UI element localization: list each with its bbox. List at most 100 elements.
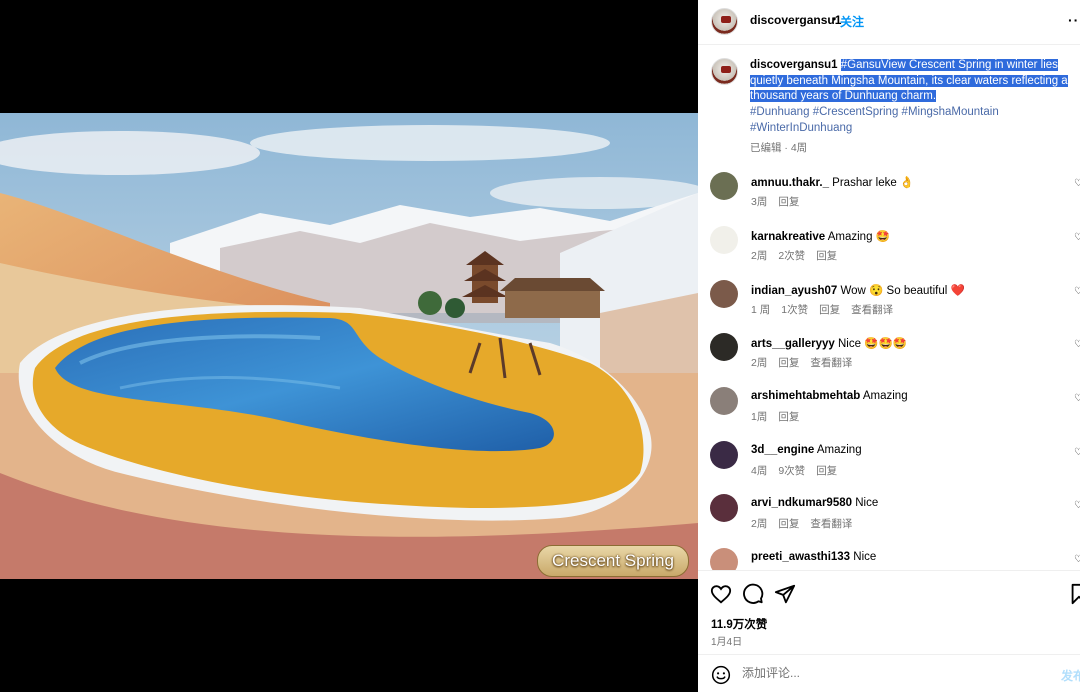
comment-username[interactable]: indian_ayush07 xyxy=(751,285,837,297)
comment-meta: 2周 2次赞 回复 xyxy=(751,248,848,263)
follow-button[interactable]: 关注 xyxy=(840,13,864,30)
more-horizontal-icon[interactable]: ··· xyxy=(1068,12,1080,28)
comment-line: arts__galleryyy Nice 🤩🤩🤩 xyxy=(751,336,907,350)
comment-like-heart-icon[interactable]: ♡ xyxy=(1074,178,1080,189)
comment-text: Nice 🤩🤩🤩 xyxy=(837,338,908,350)
comment-item: karnakreative Amazing 🤩 2周 2次赞 回复 ♡ xyxy=(698,226,1080,280)
comment-item: amnuu.thakr._ Prashar leke 👌 3周 回复 ♡ xyxy=(698,172,1080,226)
comment-meta: 3周 回复 xyxy=(751,194,810,209)
caption-username[interactable]: discovergansu1 xyxy=(750,59,838,71)
post-caption: discovergansu1 #GansuView Crescent Sprin… xyxy=(750,58,1070,105)
comment-like-heart-icon[interactable]: ♡ xyxy=(1074,393,1080,404)
author-username[interactable]: discovergansu1 xyxy=(750,13,841,27)
see-translation-button[interactable]: 查看翻译 xyxy=(851,304,893,316)
post-comment-button[interactable]: 发布 xyxy=(1061,667,1080,684)
comment-avatar[interactable] xyxy=(710,494,738,522)
comment-username[interactable]: amnuu.thakr._ xyxy=(751,177,829,189)
comment-line: 3d__engine Amazing xyxy=(751,444,862,456)
send-icon[interactable] xyxy=(774,583,796,605)
comment-username[interactable]: preeti_awasthi133 xyxy=(751,551,850,563)
comment-username[interactable]: arvi_ndkumar9580 xyxy=(751,497,852,509)
comment-avatar[interactable] xyxy=(710,333,738,361)
caption-hashtags: #Dunhuang #CrescentSpring #MingshaMounta… xyxy=(750,105,1070,136)
comment-username[interactable]: arts__galleryyy xyxy=(751,338,835,350)
comment-avatar[interactable] xyxy=(710,387,738,415)
reply-button[interactable]: 回复 xyxy=(819,304,840,316)
reply-button[interactable]: 回复 xyxy=(778,518,799,530)
comment-text: Prashar leke 👌 xyxy=(832,177,915,189)
comment-like-heart-icon[interactable]: ♡ xyxy=(1074,447,1080,458)
comment-text: Amazing xyxy=(862,390,908,402)
comment-like-heart-icon[interactable]: ♡ xyxy=(1074,554,1080,565)
comment-text: Amazing xyxy=(816,444,862,456)
comment-username[interactable]: karnakreative xyxy=(751,231,825,243)
image-caption-badge: Crescent Spring xyxy=(537,545,689,577)
comment-time: 1周 xyxy=(751,411,768,423)
caption-hashtag-lead[interactable]: #GansuView xyxy=(840,59,906,71)
comment-line: arshimehtabmehtab Amazing xyxy=(751,390,908,402)
comment-text: Nice xyxy=(855,497,879,509)
comment-line: indian_ayush07 Wow 😯 So beautiful ❤️ xyxy=(751,283,965,297)
comment-item: arshimehtabmehtab Amazing 1周 回复 ♡ xyxy=(698,387,1080,441)
see-translation-button[interactable]: 查看翻译 xyxy=(810,357,852,369)
comment-like-heart-icon[interactable]: ♡ xyxy=(1074,286,1080,297)
reply-button[interactable]: 回复 xyxy=(778,411,799,423)
comment-item: arvi_ndkumar9580 Nice 2周 回复 查看翻译 ♡ xyxy=(698,494,1080,548)
comment-composer: 发布 xyxy=(698,654,1080,692)
heart-icon[interactable] xyxy=(710,583,732,605)
reply-button[interactable]: 回复 xyxy=(778,357,799,369)
comment-likes[interactable]: 2次赞 xyxy=(778,250,805,262)
comment-meta: 4周 9次赞 回复 xyxy=(751,463,848,478)
comment-avatar[interactable] xyxy=(710,226,738,254)
reply-button[interactable]: 回复 xyxy=(778,196,799,208)
comment-avatar[interactable] xyxy=(710,441,738,469)
comment-username[interactable]: 3d__engine xyxy=(751,444,814,456)
see-translation-button[interactable]: 查看翻译 xyxy=(810,518,852,530)
post-side-panel: discovergansu1 • 关注 ··· discovergansu1 #… xyxy=(698,0,1080,692)
emoji-smile-icon[interactable] xyxy=(711,665,731,685)
comment-meta: 1 周 1次赞 回复 查看翻译 xyxy=(751,302,904,317)
comment-like-heart-icon[interactable]: ♡ xyxy=(1074,232,1080,243)
hashtag-link[interactable]: #WinterInDunhuang xyxy=(750,122,852,134)
caption-meta: 已编辑 · 4周 xyxy=(750,142,808,154)
reply-button[interactable]: 回复 xyxy=(816,465,837,477)
hashtag-link[interactable]: #CrescentSpring xyxy=(813,106,899,118)
hashtag-link[interactable]: #Dunhuang xyxy=(750,106,809,118)
post-image xyxy=(0,113,698,579)
comment-meta: 2周 回复 查看翻译 xyxy=(751,355,863,370)
comment-text: Nice xyxy=(853,551,877,563)
comment-input[interactable] xyxy=(742,666,1042,680)
comment-line: arvi_ndkumar9580 Nice xyxy=(751,497,878,509)
comment-text: Amazing 🤩 xyxy=(827,231,890,243)
comment-avatar[interactable] xyxy=(710,172,738,200)
comment-avatar[interactable] xyxy=(710,280,738,308)
comment-item: indian_ayush07 Wow 😯 So beautiful ❤️ 1 周1… xyxy=(698,280,1080,334)
comment-time: 3周 xyxy=(751,196,768,208)
likes-count[interactable]: 11.9万次赞 xyxy=(711,616,767,632)
comment-likes[interactable]: 9次赞 xyxy=(778,465,805,477)
comment-meta: 1周 回复 xyxy=(751,409,810,424)
comment-item: 3d__engine Amazing 4周 9次赞 回复 ♡ xyxy=(698,441,1080,495)
comment-time: 1 周 xyxy=(751,304,771,316)
post-date[interactable]: 1月4日 xyxy=(711,633,742,648)
comment-time: 4周 xyxy=(751,465,768,477)
caption-author-avatar[interactable] xyxy=(711,58,738,85)
post-header: discovergansu1 • 关注 ··· xyxy=(698,0,1080,45)
comment-line: amnuu.thakr._ Prashar leke 👌 xyxy=(751,175,914,189)
comment-item: arts__galleryyy Nice 🤩🤩🤩 2周 回复 查看翻译 ♡ xyxy=(698,333,1080,387)
hashtag-link[interactable]: #MingshaMountain xyxy=(902,106,999,118)
author-avatar[interactable] xyxy=(711,8,738,35)
comment-likes[interactable]: 1次赞 xyxy=(781,304,808,316)
comment-bubble-icon[interactable] xyxy=(742,583,764,605)
comment-time: 2周 xyxy=(751,250,768,262)
comment-like-heart-icon[interactable]: ♡ xyxy=(1074,500,1080,511)
comment-like-heart-icon[interactable]: ♡ xyxy=(1074,339,1080,350)
post-media[interactable]: Crescent Spring xyxy=(0,0,698,692)
reply-button[interactable]: 回复 xyxy=(816,250,837,262)
post-actions: 11.9万次赞 1月4日 xyxy=(698,570,1080,655)
bookmark-icon[interactable] xyxy=(1068,583,1080,605)
comment-meta: 2周 回复 查看翻译 xyxy=(751,516,863,531)
comment-line: karnakreative Amazing 🤩 xyxy=(751,229,890,243)
comment-username[interactable]: arshimehtabmehtab xyxy=(751,390,860,402)
separator-dot: • xyxy=(832,12,837,26)
